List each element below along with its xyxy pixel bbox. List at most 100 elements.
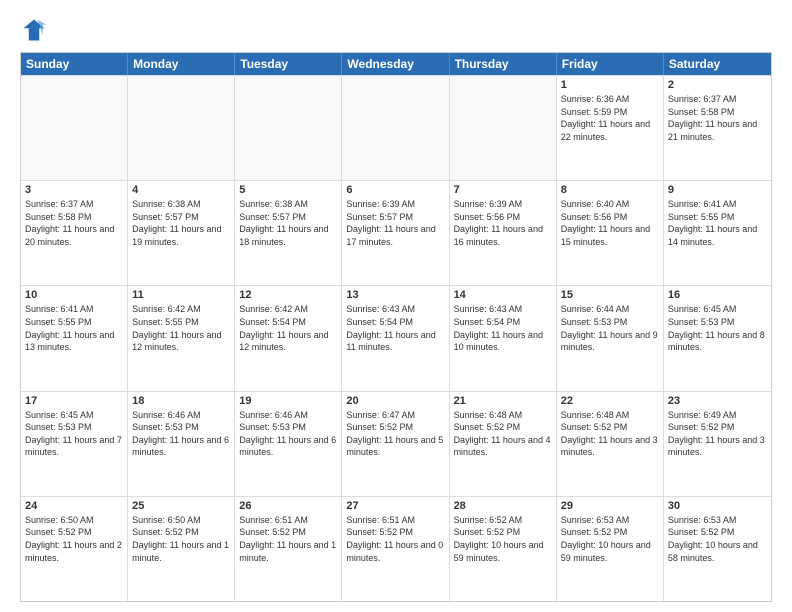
day-number: 5 xyxy=(239,184,337,196)
calendar-cell: 12 Sunrise: 6:42 AM Sunset: 5:54 PM Dayli… xyxy=(235,286,342,390)
day-info: Sunrise: 6:44 AM Sunset: 5:53 PM Dayligh… xyxy=(561,303,659,353)
day-info: Sunrise: 6:41 AM Sunset: 5:55 PM Dayligh… xyxy=(668,198,767,248)
day-info: Sunrise: 6:50 AM Sunset: 5:52 PM Dayligh… xyxy=(25,514,123,564)
day-number: 7 xyxy=(454,184,552,196)
calendar-row: 3Sunrise: 6:37 AM Sunset: 5:58 PM Daylig… xyxy=(21,180,771,285)
day-info: Sunrise: 6:48 AM Sunset: 5:52 PM Dayligh… xyxy=(561,409,659,459)
day-number: 11 xyxy=(132,289,230,301)
day-info: Sunrise: 6:36 AM Sunset: 5:59 PM Dayligh… xyxy=(561,93,659,143)
day-number: 23 xyxy=(668,395,767,407)
day-info: Sunrise: 6:39 AM Sunset: 5:56 PM Dayligh… xyxy=(454,198,552,248)
day-number: 19 xyxy=(239,395,337,407)
calendar-cell: 2 Sunrise: 6:37 AM Sunset: 5:58 PM Daylig… xyxy=(664,76,771,180)
day-info: Sunrise: 6:48 AM Sunset: 5:52 PM Dayligh… xyxy=(454,409,552,459)
day-info: Sunrise: 6:37 AM Sunset: 5:58 PM Dayligh… xyxy=(668,93,767,143)
day-number: 22 xyxy=(561,395,659,407)
calendar-row: 24 Sunrise: 6:50 AM Sunset: 5:52 PM Dayli… xyxy=(21,496,771,601)
day-number: 15 xyxy=(561,289,659,301)
weekday-header: Monday xyxy=(128,53,235,75)
calendar-cell xyxy=(342,76,449,180)
calendar-cell: 23 Sunrise: 6:49 AM Sunset: 5:52 PM Dayli… xyxy=(664,392,771,496)
day-info: Sunrise: 6:45 AM Sunset: 5:53 PM Dayligh… xyxy=(25,409,123,459)
calendar-cell: 28 Sunrise: 6:52 AM Sunset: 5:52 PM Dayli… xyxy=(450,497,557,601)
day-info: Sunrise: 6:53 AM Sunset: 5:52 PM Dayligh… xyxy=(668,514,767,564)
calendar-cell xyxy=(450,76,557,180)
weekday-header: Wednesday xyxy=(342,53,449,75)
weekday-header: Saturday xyxy=(664,53,771,75)
calendar-cell xyxy=(21,76,128,180)
calendar-cell: 18 Sunrise: 6:46 AM Sunset: 5:53 PM Dayli… xyxy=(128,392,235,496)
calendar-cell: 3Sunrise: 6:37 AM Sunset: 5:58 PM Daylig… xyxy=(21,181,128,285)
day-number: 8 xyxy=(561,184,659,196)
day-info: Sunrise: 6:37 AM Sunset: 5:58 PM Dayligh… xyxy=(25,198,123,248)
day-number: 26 xyxy=(239,500,337,512)
calendar-cell: 7 Sunrise: 6:39 AM Sunset: 5:56 PM Daylig… xyxy=(450,181,557,285)
day-info: Sunrise: 6:39 AM Sunset: 5:57 PM Dayligh… xyxy=(346,198,444,248)
calendar-cell: 11 Sunrise: 6:42 AM Sunset: 5:55 PM Dayli… xyxy=(128,286,235,390)
calendar-cell: 29Sunrise: 6:53 AM Sunset: 5:52 PM Dayli… xyxy=(557,497,664,601)
day-number: 17 xyxy=(25,395,123,407)
day-info: Sunrise: 6:42 AM Sunset: 5:55 PM Dayligh… xyxy=(132,303,230,353)
calendar-cell: 27 Sunrise: 6:51 AM Sunset: 5:52 PM Dayli… xyxy=(342,497,449,601)
calendar-cell xyxy=(128,76,235,180)
calendar-row: 1 Sunrise: 6:36 AM Sunset: 5:59 PM Daylig… xyxy=(21,75,771,180)
day-number: 16 xyxy=(668,289,767,301)
calendar-cell: 24 Sunrise: 6:50 AM Sunset: 5:52 PM Dayli… xyxy=(21,497,128,601)
calendar-cell: 30 Sunrise: 6:53 AM Sunset: 5:52 PM Dayli… xyxy=(664,497,771,601)
day-info: Sunrise: 6:38 AM Sunset: 5:57 PM Dayligh… xyxy=(132,198,230,248)
calendar-header: SundayMondayTuesdayWednesdayThursdayFrid… xyxy=(21,53,771,75)
calendar-cell: 5 Sunrise: 6:38 AM Sunset: 5:57 PM Daylig… xyxy=(235,181,342,285)
weekday-header: Thursday xyxy=(450,53,557,75)
calendar-cell: 13 Sunrise: 6:43 AM Sunset: 5:54 PM Dayli… xyxy=(342,286,449,390)
day-number: 4 xyxy=(132,184,230,196)
page-header xyxy=(20,16,772,44)
day-info: Sunrise: 6:43 AM Sunset: 5:54 PM Dayligh… xyxy=(346,303,444,353)
day-info: Sunrise: 6:43 AM Sunset: 5:54 PM Dayligh… xyxy=(454,303,552,353)
day-number: 29 xyxy=(561,500,659,512)
day-number: 27 xyxy=(346,500,444,512)
calendar-cell: 15 Sunrise: 6:44 AM Sunset: 5:53 PM Dayli… xyxy=(557,286,664,390)
day-info: Sunrise: 6:45 AM Sunset: 5:53 PM Dayligh… xyxy=(668,303,767,353)
day-number: 2 xyxy=(668,79,767,91)
logo xyxy=(20,16,52,44)
day-number: 9 xyxy=(668,184,767,196)
calendar-cell: 25Sunrise: 6:50 AM Sunset: 5:52 PM Dayli… xyxy=(128,497,235,601)
calendar-cell: 14 Sunrise: 6:43 AM Sunset: 5:54 PM Dayli… xyxy=(450,286,557,390)
day-info: Sunrise: 6:41 AM Sunset: 5:55 PM Dayligh… xyxy=(25,303,123,353)
day-number: 21 xyxy=(454,395,552,407)
calendar-cell: 20 Sunrise: 6:47 AM Sunset: 5:52 PM Dayli… xyxy=(342,392,449,496)
day-number: 13 xyxy=(346,289,444,301)
calendar-cell: 1 Sunrise: 6:36 AM Sunset: 5:59 PM Daylig… xyxy=(557,76,664,180)
calendar-cell: 26 Sunrise: 6:51 AM Sunset: 5:52 PM Dayli… xyxy=(235,497,342,601)
day-info: Sunrise: 6:47 AM Sunset: 5:52 PM Dayligh… xyxy=(346,409,444,459)
calendar-cell: 10 Sunrise: 6:41 AM Sunset: 5:55 PM Dayli… xyxy=(21,286,128,390)
day-info: Sunrise: 6:42 AM Sunset: 5:54 PM Dayligh… xyxy=(239,303,337,353)
day-info: Sunrise: 6:49 AM Sunset: 5:52 PM Dayligh… xyxy=(668,409,767,459)
day-number: 12 xyxy=(239,289,337,301)
day-number: 24 xyxy=(25,500,123,512)
day-number: 10 xyxy=(25,289,123,301)
day-info: Sunrise: 6:51 AM Sunset: 5:52 PM Dayligh… xyxy=(346,514,444,564)
day-number: 18 xyxy=(132,395,230,407)
day-info: Sunrise: 6:40 AM Sunset: 5:56 PM Dayligh… xyxy=(561,198,659,248)
day-info: Sunrise: 6:51 AM Sunset: 5:52 PM Dayligh… xyxy=(239,514,337,564)
day-number: 25 xyxy=(132,500,230,512)
calendar-cell: 4 Sunrise: 6:38 AM Sunset: 5:57 PM Daylig… xyxy=(128,181,235,285)
day-number: 30 xyxy=(668,500,767,512)
calendar-cell: 17 Sunrise: 6:45 AM Sunset: 5:53 PM Dayli… xyxy=(21,392,128,496)
calendar-cell: 21 Sunrise: 6:48 AM Sunset: 5:52 PM Dayli… xyxy=(450,392,557,496)
calendar-row: 17 Sunrise: 6:45 AM Sunset: 5:53 PM Dayli… xyxy=(21,391,771,496)
calendar-cell: 9 Sunrise: 6:41 AM Sunset: 5:55 PM Daylig… xyxy=(664,181,771,285)
calendar-cell: 8 Sunrise: 6:40 AM Sunset: 5:56 PM Daylig… xyxy=(557,181,664,285)
day-number: 1 xyxy=(561,79,659,91)
calendar: SundayMondayTuesdayWednesdayThursdayFrid… xyxy=(20,52,772,602)
weekday-header: Tuesday xyxy=(235,53,342,75)
day-number: 14 xyxy=(454,289,552,301)
day-number: 28 xyxy=(454,500,552,512)
day-number: 6 xyxy=(346,184,444,196)
day-info: Sunrise: 6:38 AM Sunset: 5:57 PM Dayligh… xyxy=(239,198,337,248)
day-info: Sunrise: 6:46 AM Sunset: 5:53 PM Dayligh… xyxy=(132,409,230,459)
day-number: 20 xyxy=(346,395,444,407)
logo-icon xyxy=(20,16,48,44)
day-info: Sunrise: 6:52 AM Sunset: 5:52 PM Dayligh… xyxy=(454,514,552,564)
